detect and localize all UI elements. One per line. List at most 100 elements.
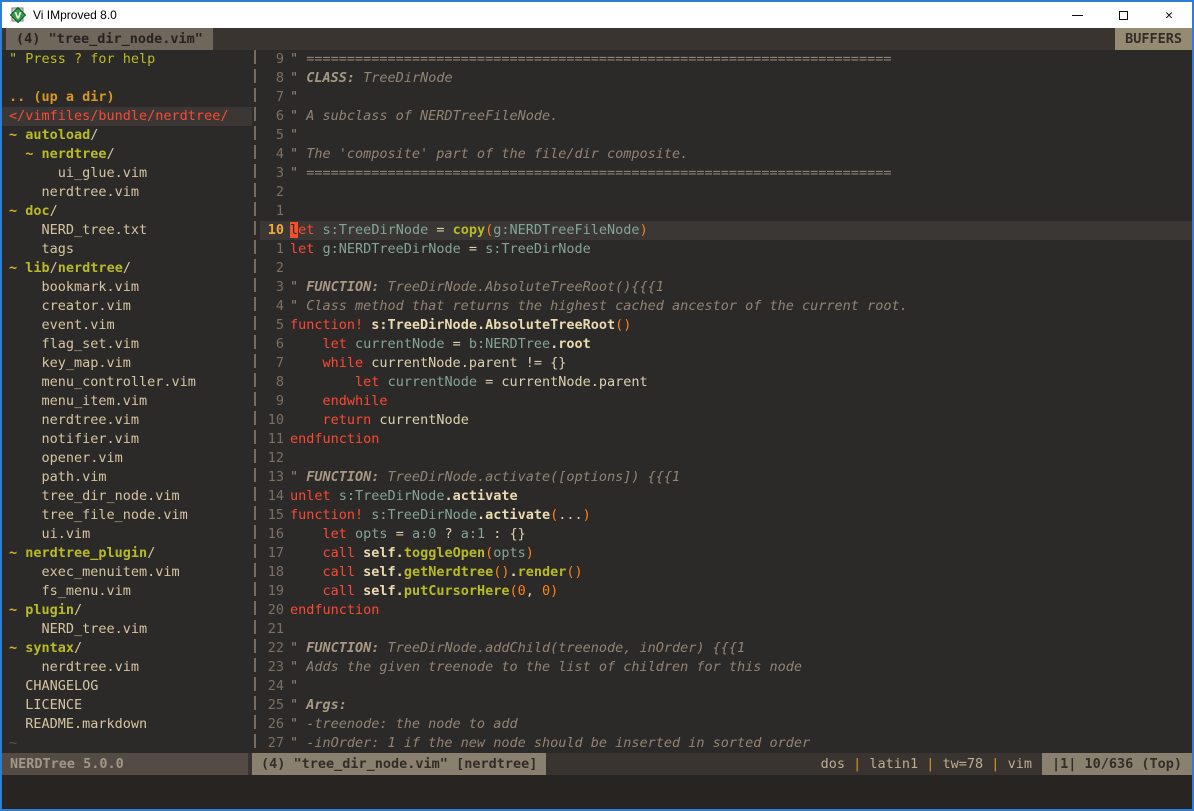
tree-item-file-tree-dir-node-vim[interactable]: tree_dir_node.vim xyxy=(2,487,252,506)
tree-item-root-path[interactable]: </vimfiles/bundle/nerdtree/ xyxy=(2,107,252,126)
tree-item-file-creator-vim[interactable]: creator.vim xyxy=(2,297,252,316)
code-line[interactable]: 9 " =====================================… xyxy=(260,50,1192,69)
code-line[interactable]: 7 while currentNode.parent != {} xyxy=(260,354,1192,373)
code-line[interactable]: 8 let currentNode = currentNode.parent xyxy=(260,373,1192,392)
syntax-segment xyxy=(314,241,322,257)
code-line[interactable]: 12 xyxy=(260,449,1192,468)
code-line[interactable]: 27" -inOrder: 1 if the new node should b… xyxy=(260,734,1192,753)
code-line[interactable]: 4" The 'composite' part of the file/dir … xyxy=(260,145,1192,164)
code-line[interactable]: 18 call self.getNerdtree().render() xyxy=(260,563,1192,582)
code-line[interactable]: 6 let currentNode = b:NERDTree.root xyxy=(260,335,1192,354)
code-editor[interactable]: 9 " =====================================… xyxy=(260,50,1192,753)
syntax-segment: TreeDirNode.addChild(treenode, inOrder) … xyxy=(379,640,745,656)
syntax-segment: " ======================================… xyxy=(290,51,891,67)
tree-item-dir-nerdtree-plugin[interactable]: ~ nerdtree_plugin/ xyxy=(2,544,252,563)
tree-item-file-readme-markdown[interactable]: README.markdown xyxy=(2,715,252,734)
tree-item-file-menu-item-vim[interactable]: menu_item.vim xyxy=(2,392,252,411)
tree-item-file-notifier-vim[interactable]: notifier.vim xyxy=(2,430,252,449)
syntax-segment: syntax xyxy=(25,640,74,656)
code-line[interactable]: 21 xyxy=(260,620,1192,639)
syntax-segment: call xyxy=(323,564,356,580)
tab-tree-dir-node[interactable]: (4) "tree_dir_node.vim" xyxy=(6,28,213,50)
tree-item-file-menu-controller-vim[interactable]: menu_controller.vim xyxy=(2,373,252,392)
tree-item-file-event-vim[interactable]: event.vim xyxy=(2,316,252,335)
tree-item-file-nerdtree-vim-lib[interactable]: nerdtree.vim xyxy=(2,411,252,430)
tree-item-file-changelog[interactable]: CHANGELOG xyxy=(2,677,252,696)
syntax-segment xyxy=(355,545,363,561)
syntax-segment: 0 xyxy=(518,583,526,599)
code-line[interactable]: 2 xyxy=(260,183,1192,202)
code-line[interactable]: 13" FUNCTION: TreeDirNode.activate([opti… xyxy=(260,468,1192,487)
tree-item-dir-lib-nerdtree[interactable]: ~ lib/nerdtree/ xyxy=(2,259,252,278)
code-line[interactable]: 8" CLASS: TreeDirNode xyxy=(260,69,1192,88)
code-line[interactable]: 9 endwhile xyxy=(260,392,1192,411)
tree-item-file-nerd-tree-vim[interactable]: NERD_tree.vim xyxy=(2,620,252,639)
tree-item-file-bookmark-vim[interactable]: bookmark.vim xyxy=(2,278,252,297)
tree-item-file-ui-glue-vim[interactable]: ui_glue.vim xyxy=(2,164,252,183)
code-line[interactable]: 10 return currentNode xyxy=(260,411,1192,430)
tree-item-dir-autoload-nerdtree[interactable]: ~ nerdtree/ xyxy=(2,145,252,164)
minimize-button[interactable] xyxy=(1054,2,1100,28)
code-line[interactable]: 17 call self.toggleOpen(opts) xyxy=(260,544,1192,563)
tree-item-dir-plugin[interactable]: ~ plugin/ xyxy=(2,601,252,620)
minimize-icon xyxy=(1072,15,1083,16)
code-line-cursor[interactable]: 10let s:TreeDirNode = copy(g:NERDTreeFil… xyxy=(260,221,1192,240)
code-line[interactable]: 4" Class method that returns the highest… xyxy=(260,297,1192,316)
tree-item-file-exec-menuitem-vim[interactable]: exec_menuitem.vim xyxy=(2,563,252,582)
window-split-separator[interactable] xyxy=(252,50,260,753)
tree-item-file-tree-file-node-vim[interactable]: tree_file_node.vim xyxy=(2,506,252,525)
code-line[interactable]: 22" FUNCTION: TreeDirNode.addChild(treen… xyxy=(260,639,1192,658)
code-line[interactable]: 6" A subclass of NERDTreeFileNode. xyxy=(260,107,1192,126)
line-number: 9 xyxy=(260,50,284,69)
syntax-segment: vim xyxy=(1008,756,1032,772)
tree-item-file-nerdtree-vim[interactable]: nerdtree.vim xyxy=(2,183,252,202)
code-line[interactable]: 3" FUNCTION: TreeDirNode.AbsoluteTreeRoo… xyxy=(260,278,1192,297)
tree-item-file-nerd-tree-txt[interactable]: NERD_tree.txt xyxy=(2,221,252,240)
tree-item-file-nerdtree-vim-syntax[interactable]: nerdtree.vim xyxy=(2,658,252,677)
tree-item-file-fs-menu-vim[interactable]: fs_menu.vim xyxy=(2,582,252,601)
code-text: " Adds the given treenode to the list of… xyxy=(290,658,802,677)
syntax-segment: return xyxy=(323,412,372,428)
code-line[interactable]: 2 xyxy=(260,259,1192,278)
tree-item-file-path-vim[interactable]: path.vim xyxy=(2,468,252,487)
tree-item-dir-autoload[interactable]: ~ autoload/ xyxy=(2,126,252,145)
code-line[interactable]: 15function! s:TreeDirNode.activate(...) xyxy=(260,506,1192,525)
command-line[interactable] xyxy=(2,775,1192,809)
line-number: 7 xyxy=(260,88,284,107)
tree-item-file-tags[interactable]: tags xyxy=(2,240,252,259)
tree-item-dir-doc[interactable]: ~ doc/ xyxy=(2,202,252,221)
syntax-segment: opts xyxy=(493,545,526,561)
code-line[interactable]: 24" xyxy=(260,677,1192,696)
code-line[interactable]: 1 xyxy=(260,202,1192,221)
code-line[interactable]: 14unlet s:TreeDirNode.activate xyxy=(260,487,1192,506)
code-line[interactable]: 5" xyxy=(260,126,1192,145)
tree-item-file-opener-vim[interactable]: opener.vim xyxy=(2,449,252,468)
code-line[interactable]: 1let g:NERDTreeDirNode = s:TreeDirNode xyxy=(260,240,1192,259)
tree-item-file-key-map-vim[interactable]: key_map.vim xyxy=(2,354,252,373)
maximize-button[interactable] xyxy=(1100,2,1146,28)
code-line[interactable]: 25" Args: xyxy=(260,696,1192,715)
syntax-segment: currentNode xyxy=(371,412,469,428)
tree-item-file-ui-vim[interactable]: ui.vim xyxy=(2,525,252,544)
code-line[interactable]: 19 call self.putCursorHere(0, 0) xyxy=(260,582,1192,601)
syntax-segment: tags xyxy=(9,241,74,257)
code-line[interactable]: 26" -treenode: the node to add xyxy=(260,715,1192,734)
code-line[interactable]: 23" Adds the given treenode to the list … xyxy=(260,658,1192,677)
code-line[interactable]: 11endfunction xyxy=(260,430,1192,449)
line-number: 9 xyxy=(260,392,284,411)
syntax-segment xyxy=(347,336,355,352)
close-button[interactable]: ✕ xyxy=(1146,2,1192,28)
code-line[interactable]: 5function! s:TreeDirNode.AbsoluteTreeRoo… xyxy=(260,316,1192,335)
code-line[interactable]: 16 let opts = a:0 ? a:1 : {} xyxy=(260,525,1192,544)
syntax-segment xyxy=(290,355,323,371)
line-number: 2 xyxy=(260,183,284,202)
code-text: " -inOrder: 1 if the new node should be … xyxy=(290,734,810,753)
code-line[interactable]: 3" =====================================… xyxy=(260,164,1192,183)
tree-item-up-a-dir[interactable]: .. (up a dir) xyxy=(2,88,252,107)
code-line[interactable]: 20endfunction xyxy=(260,601,1192,620)
tree-item-dir-syntax[interactable]: ~ syntax/ xyxy=(2,639,252,658)
tree-item-file-flag-set-vim[interactable]: flag_set.vim xyxy=(2,335,252,354)
tree-item-file-licence[interactable]: LICENCE xyxy=(2,696,252,715)
syntax-segment: | xyxy=(918,756,942,772)
code-line[interactable]: 7" xyxy=(260,88,1192,107)
